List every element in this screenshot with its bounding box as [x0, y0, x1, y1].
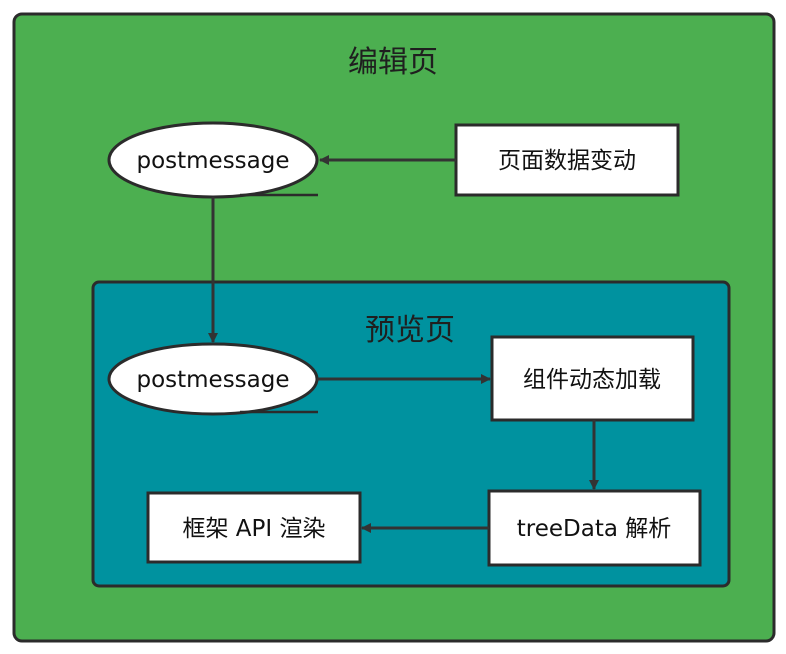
component-dynamic-load-node: 组件动态加载: [490, 335, 695, 422]
page-data-change-label: 页面数据变动: [498, 148, 636, 174]
editor-page-title: 编辑页: [348, 45, 438, 80]
preview-page-title: 预览页: [365, 313, 455, 348]
flow-diagram: 编辑页 预览页 postmessage 页面数据变动 postmessage 组…: [12, 12, 776, 643]
treedata-parse-label: treeData 解析: [517, 516, 672, 542]
framework-api-render-label: 框架 API 渲染: [182, 516, 325, 542]
editor-postmessage-label: postmessage: [136, 148, 289, 174]
page-data-change-node: 页面数据变动: [454, 123, 680, 197]
preview-postmessage-label: postmessage: [136, 367, 289, 393]
framework-api-render-node: 框架 API 渲染: [146, 491, 362, 564]
preview-postmessage-node: postmessage: [107, 342, 319, 416]
treedata-parse-node: treeData 解析: [487, 489, 702, 567]
editor-postmessage-node: postmessage: [107, 121, 319, 199]
component-dynamic-load-label: 组件动态加载: [523, 367, 661, 393]
